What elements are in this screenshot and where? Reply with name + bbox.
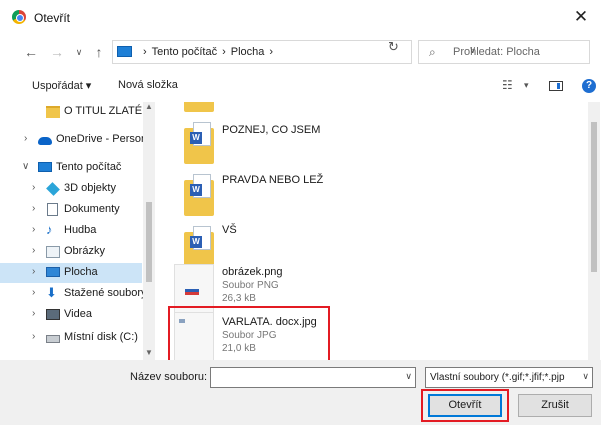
cancel-button[interactable]: Zrušit xyxy=(518,394,592,417)
recent-locations-chevron-icon[interactable]: ∨ xyxy=(70,42,88,62)
back-arrow-icon[interactable]: ← xyxy=(22,42,40,62)
view-options-icon[interactable]: ☷ xyxy=(502,78,513,92)
command-bar: Uspořádat ▾ Nová složka ☷ ▾ ? xyxy=(0,70,601,102)
highlight-annotation xyxy=(168,306,330,360)
scroll-up-arrow-icon[interactable]: ▲ xyxy=(143,102,155,111)
sidebar-item-label: O TITUL ZLATÉ Ž xyxy=(64,105,152,117)
breadcrumb: › Tento počítač › Plocha › xyxy=(143,46,278,58)
breadcrumb-separator[interactable]: › xyxy=(269,46,273,58)
chevron-right-icon[interactable]: › xyxy=(32,245,35,256)
desktop-icon xyxy=(46,267,60,277)
file-type-select[interactable]: Vlastní soubory (*.gif;*.jfif;*.pjp ∨ xyxy=(425,367,593,388)
scrollbar-thumb[interactable] xyxy=(146,202,152,282)
sidebar-item-label: Obrázky xyxy=(64,245,105,257)
chevron-right-icon[interactable]: › xyxy=(32,266,35,277)
file-name: obrázek.png xyxy=(222,266,283,278)
navigation-pane: O TITUL ZLATÉ Ž › OneDrive - Persor ∨ Te… xyxy=(0,102,155,360)
chevron-down-icon[interactable]: ∨ xyxy=(22,161,29,172)
list-item[interactable]: W PRAVDA NEBO LEŽ xyxy=(168,162,588,220)
sidebar-item-videos[interactable]: › Videa xyxy=(0,305,142,325)
sidebar-item-3d-objects[interactable]: › 3D objekty xyxy=(0,179,142,199)
organize-button[interactable]: Uspořádat ▾ xyxy=(32,79,91,92)
file-name: POZNEJ, CO JSEM xyxy=(222,124,321,136)
file-name: VŠ xyxy=(222,224,237,236)
breadcrumb-item[interactable]: Tento počítač xyxy=(152,46,217,58)
file-type: Soubor PNG xyxy=(222,280,279,291)
dialog-footer: Název souboru: ∨ Vlastní soubory (*.gif;… xyxy=(0,360,601,425)
sidebar-item-onedrive[interactable]: › OneDrive - Persor xyxy=(0,130,145,150)
computer-icon xyxy=(38,162,52,172)
sidebar-item-label: Místní disk (C:) xyxy=(64,331,138,343)
highlight-annotation xyxy=(421,389,509,422)
videos-icon xyxy=(46,309,60,320)
help-icon[interactable]: ? xyxy=(582,79,596,93)
window-title: Otevřít xyxy=(34,11,71,25)
sidebar-item-this-pc[interactable]: ∨ Tento počítač xyxy=(0,158,142,178)
chevron-down-icon[interactable]: ∨ xyxy=(582,371,589,382)
onedrive-icon xyxy=(38,137,52,145)
downloads-icon: ⬇ xyxy=(46,285,57,300)
scrollbar-thumb[interactable] xyxy=(591,122,597,272)
chevron-right-icon[interactable]: › xyxy=(32,224,35,235)
3d-objects-icon xyxy=(46,182,60,196)
computer-icon xyxy=(117,46,132,57)
file-size: 26,3 kB xyxy=(222,293,256,304)
search-input[interactable]: ⌕ Prohledat: Plocha xyxy=(418,40,590,64)
music-icon: ♪ xyxy=(46,222,53,237)
chevron-right-icon[interactable]: › xyxy=(32,182,35,193)
chevron-right-icon[interactable]: › xyxy=(32,203,35,214)
file-name: PRAVDA NEBO LEŽ xyxy=(222,174,324,186)
forward-arrow-icon[interactable]: → xyxy=(48,42,66,62)
documents-icon xyxy=(47,203,58,216)
sidebar-item-label: Stažené soubory xyxy=(64,287,147,299)
close-button[interactable]: ✕ xyxy=(561,0,601,34)
sidebar-item-label: Hudba xyxy=(64,224,97,236)
chevron-right-icon[interactable]: › xyxy=(32,287,35,298)
refresh-icon[interactable]: ↻ xyxy=(388,39,399,55)
sidebar-item-label: Tento počítač xyxy=(56,161,122,173)
sidebar-item-label: Videa xyxy=(64,308,92,320)
chrome-icon xyxy=(12,10,26,24)
list-item[interactable]: W POZNEJ, CO JSEM xyxy=(168,110,588,168)
chevron-down-icon[interactable]: ∨ xyxy=(405,371,412,382)
view-dropdown-chevron-icon[interactable]: ▾ xyxy=(524,80,529,91)
filename-label: Název souboru: xyxy=(130,371,208,383)
preview-pane-icon[interactable] xyxy=(549,81,563,91)
address-box[interactable]: › Tento počítač › Plocha › ∨ xyxy=(112,40,476,64)
file-list-scrollbar[interactable] xyxy=(588,102,600,360)
sidebar-item-local-disk[interactable]: › Místní disk (C:) xyxy=(0,328,142,348)
navigation-scrollbar[interactable] xyxy=(143,102,155,360)
word-folder-icon: W xyxy=(180,120,218,164)
filename-input[interactable]: ∨ xyxy=(210,367,416,388)
sidebar-item-label: 3D objekty xyxy=(64,182,116,194)
file-type-value: Vlastní soubory (*.gif;*.jfif;*.pjp xyxy=(430,372,565,383)
title-bar: Otevřít ✕ xyxy=(0,0,601,34)
breadcrumb-separator[interactable]: › xyxy=(222,46,226,58)
chevron-right-icon[interactable]: › xyxy=(32,308,35,319)
scroll-down-arrow-icon[interactable]: ▼ xyxy=(143,348,155,357)
drive-icon xyxy=(46,335,60,343)
sidebar-item-pictures[interactable]: › Obrázky xyxy=(0,242,142,262)
sidebar-item-label: OneDrive - Persor xyxy=(56,133,145,145)
search-placeholder: Prohledat: Plocha xyxy=(453,46,540,58)
sidebar-item-folder[interactable]: O TITUL ZLATÉ Ž xyxy=(0,102,152,122)
chevron-right-icon[interactable]: › xyxy=(32,331,35,342)
sidebar-item-music[interactable]: › ♪ Hudba xyxy=(0,221,142,241)
breadcrumb-separator: › xyxy=(143,46,147,58)
address-bar: ← → ∨ ↑ › Tento počítač › Plocha › ∨ ↻ ⌕ Pro… xyxy=(0,36,601,68)
sidebar-item-documents[interactable]: › Dokumenty xyxy=(0,200,142,220)
up-arrow-icon[interactable]: ↑ xyxy=(90,42,108,62)
breadcrumb-item[interactable]: Plocha xyxy=(231,46,265,58)
search-icon: ⌕ xyxy=(429,45,436,59)
new-folder-button[interactable]: Nová složka xyxy=(118,79,178,91)
pictures-icon xyxy=(46,246,60,258)
chevron-right-icon[interactable]: › xyxy=(24,133,27,144)
sidebar-item-label: Dokumenty xyxy=(64,203,120,215)
sidebar-item-label: Plocha xyxy=(64,266,98,278)
file-list: W POZNEJ, CO JSEM W PRAVDA NEBO LEŽ W VŠ… xyxy=(158,102,588,360)
sidebar-item-desktop[interactable]: › Plocha xyxy=(0,263,142,283)
sidebar-item-downloads[interactable]: › ⬇ Stažené soubory xyxy=(0,284,147,304)
word-folder-icon: W xyxy=(180,172,218,216)
folder-icon xyxy=(46,106,60,118)
